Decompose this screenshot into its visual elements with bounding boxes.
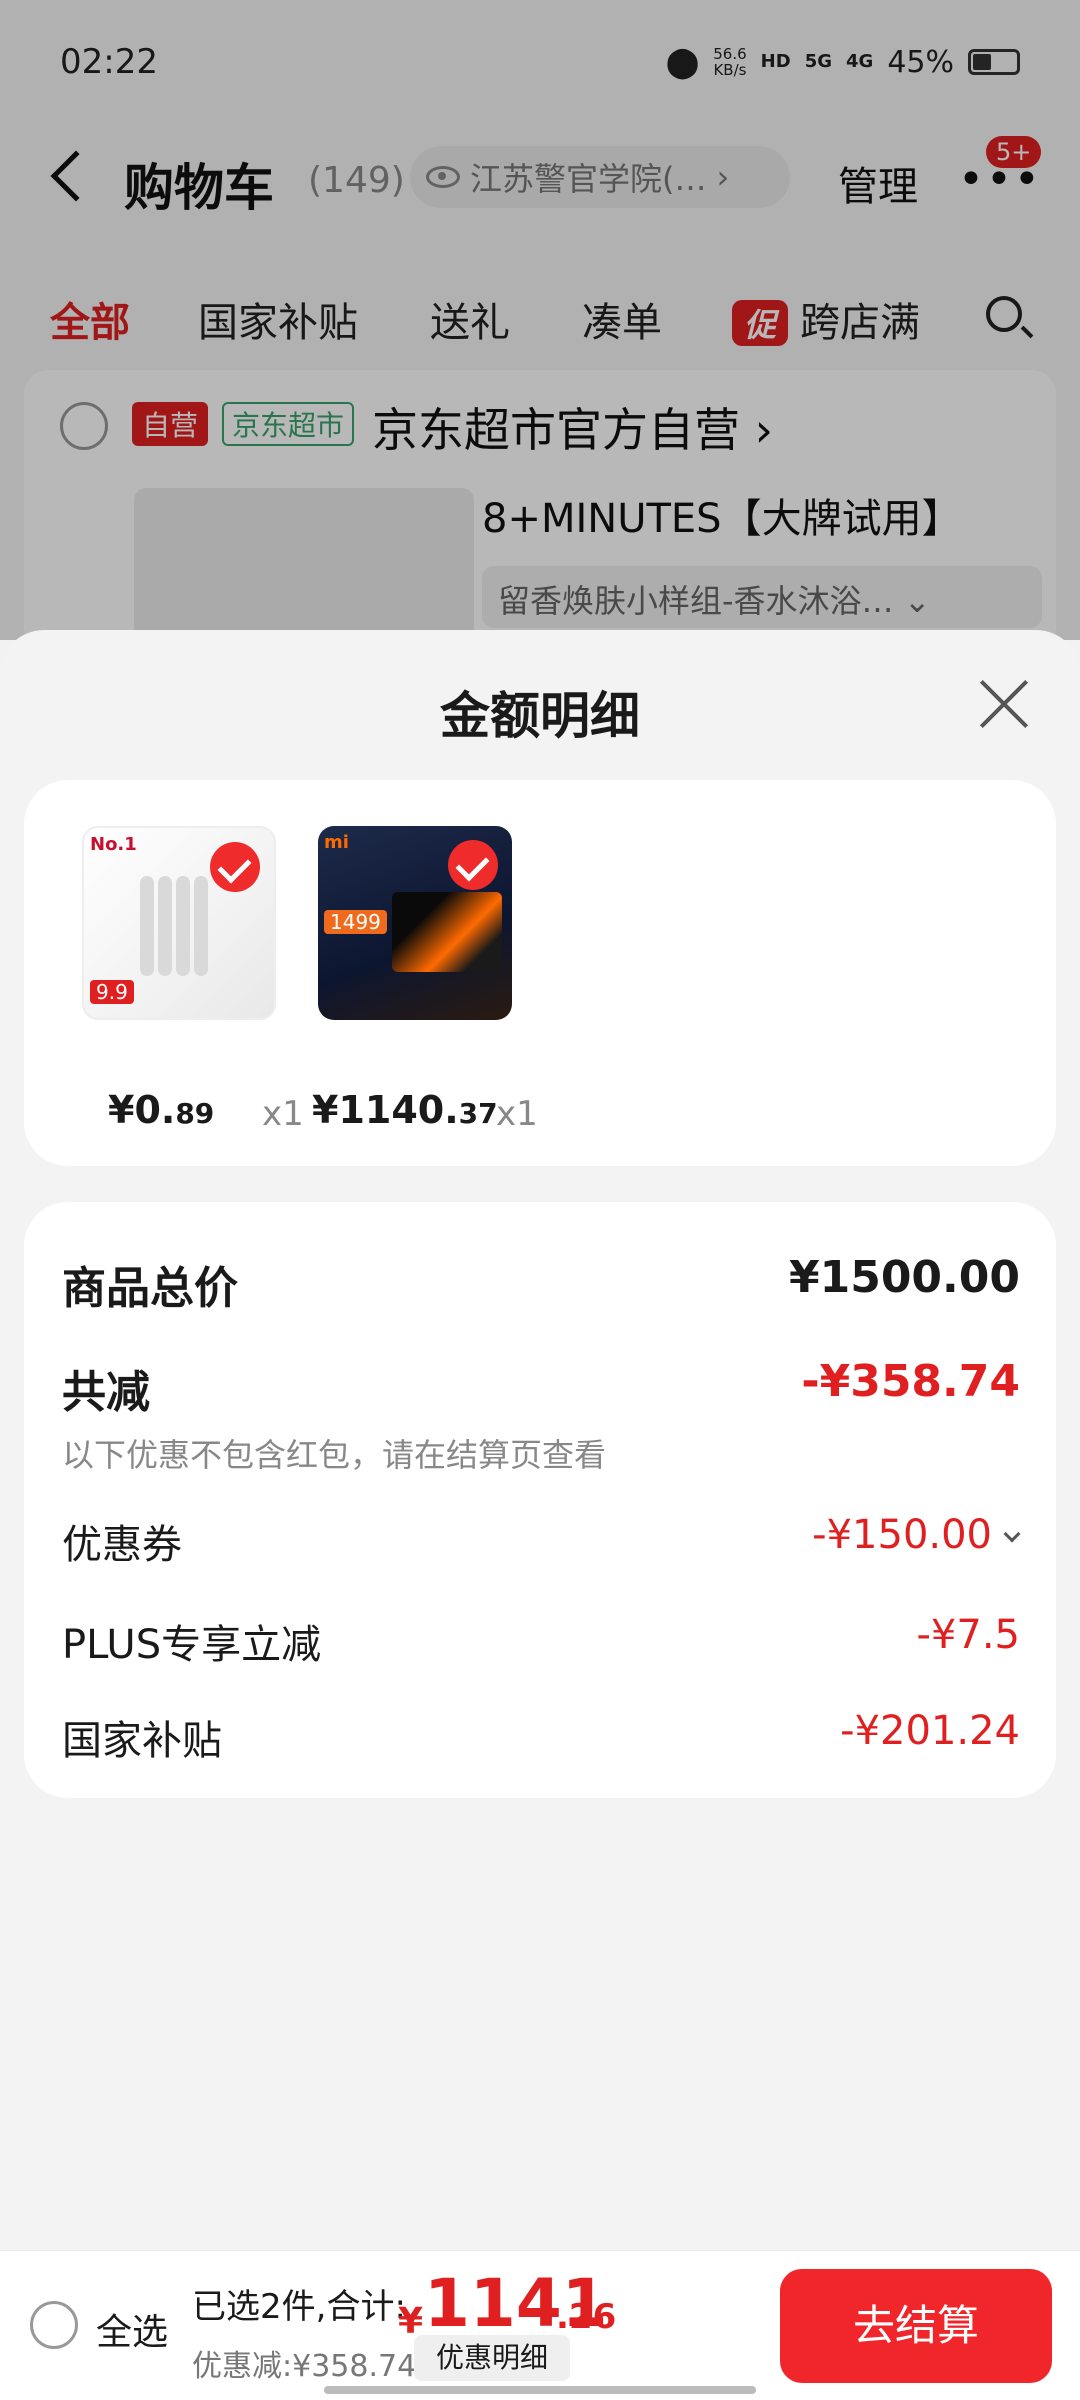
close-icon[interactable] xyxy=(976,676,1032,732)
cart-page-background: 02:22 ⬤ 56.6 KB/s HD 5G 4G 45% 购物车 (149)… xyxy=(0,0,1080,640)
total-amount-decimal: .26 xyxy=(556,2297,617,2337)
coupon-value[interactable]: -¥150.00 xyxy=(812,1512,1021,1558)
coupon-label: 优惠券 xyxy=(62,1522,182,1568)
product-image-bottles xyxy=(140,876,220,976)
plus-discount-value: -¥7.5 xyxy=(916,1612,1021,1658)
product-thumbnail: mi 1499 xyxy=(318,826,512,1020)
sheet-title: 金额明细 xyxy=(440,687,640,745)
thumb-brand-tag: mi xyxy=(324,832,349,853)
product-image-monitor xyxy=(392,892,502,972)
chevron-down-icon xyxy=(1003,1525,1021,1543)
total-price-label: 商品总价 xyxy=(62,1263,238,1314)
check-icon xyxy=(448,840,498,890)
item-price: ¥0.89 xyxy=(108,1088,215,1132)
selected-items-card: No.1 9.9 ¥0.89 x1 mi 1499 ¥1140.37 x1 xyxy=(24,780,1056,1166)
checkout-bar: 全选 已选2件,合计: ¥ 1141 .26 优惠减:¥358.74 优惠明细 … xyxy=(0,2250,1080,2400)
product-thumbnail: No.1 9.9 xyxy=(82,826,276,1020)
check-icon xyxy=(210,842,260,892)
home-indicator[interactable] xyxy=(324,2386,756,2394)
total-price-value: ¥1500.00 xyxy=(788,1252,1020,1303)
checkout-button[interactable]: 去结算 xyxy=(780,2269,1052,2383)
item-quantity: x1 xyxy=(496,1094,538,1134)
price-breakdown-card: 商品总价 ¥1500.00 共减 -¥358.74 以下优惠不包含红包，请在结算… xyxy=(24,1202,1056,1798)
item-price: ¥1140.37 xyxy=(312,1088,498,1132)
select-all-label[interactable]: 全选 xyxy=(96,2303,168,2355)
national-subsidy-value: -¥201.24 xyxy=(840,1708,1020,1754)
total-reduction-label: 共减 xyxy=(62,1367,150,1418)
national-subsidy-label: 国家补贴 xyxy=(62,1718,222,1764)
selected-item[interactable]: mi 1499 ¥1140.37 x1 xyxy=(312,826,538,1134)
thumb-price-tag: 1499 xyxy=(324,910,387,934)
selected-item[interactable]: No.1 9.9 ¥0.89 x1 xyxy=(82,826,304,1134)
discount-detail-button[interactable]: 优惠明细 xyxy=(414,2335,570,2381)
select-all-radio[interactable] xyxy=(30,2301,78,2349)
reduction-note: 以下优惠不包含红包，请在结算页查看 xyxy=(62,1436,607,1474)
discount-summary: 优惠减:¥358.74 xyxy=(192,2349,417,2384)
plus-discount-label: PLUS专享立减 xyxy=(62,1622,322,1668)
selection-summary: 已选2件,合计: xyxy=(192,2287,406,2327)
thumb-price-tag: 9.9 xyxy=(90,980,134,1004)
dim-overlay[interactable] xyxy=(0,0,1080,640)
total-reduction-value: -¥358.74 xyxy=(801,1356,1020,1407)
amount-detail-sheet: 金额明细 No.1 9.9 ¥0.89 x1 mi 1499 ¥1140.37 … xyxy=(0,630,1080,2400)
item-quantity: x1 xyxy=(262,1094,304,1134)
thumb-brand-tag: No.1 xyxy=(90,834,137,855)
